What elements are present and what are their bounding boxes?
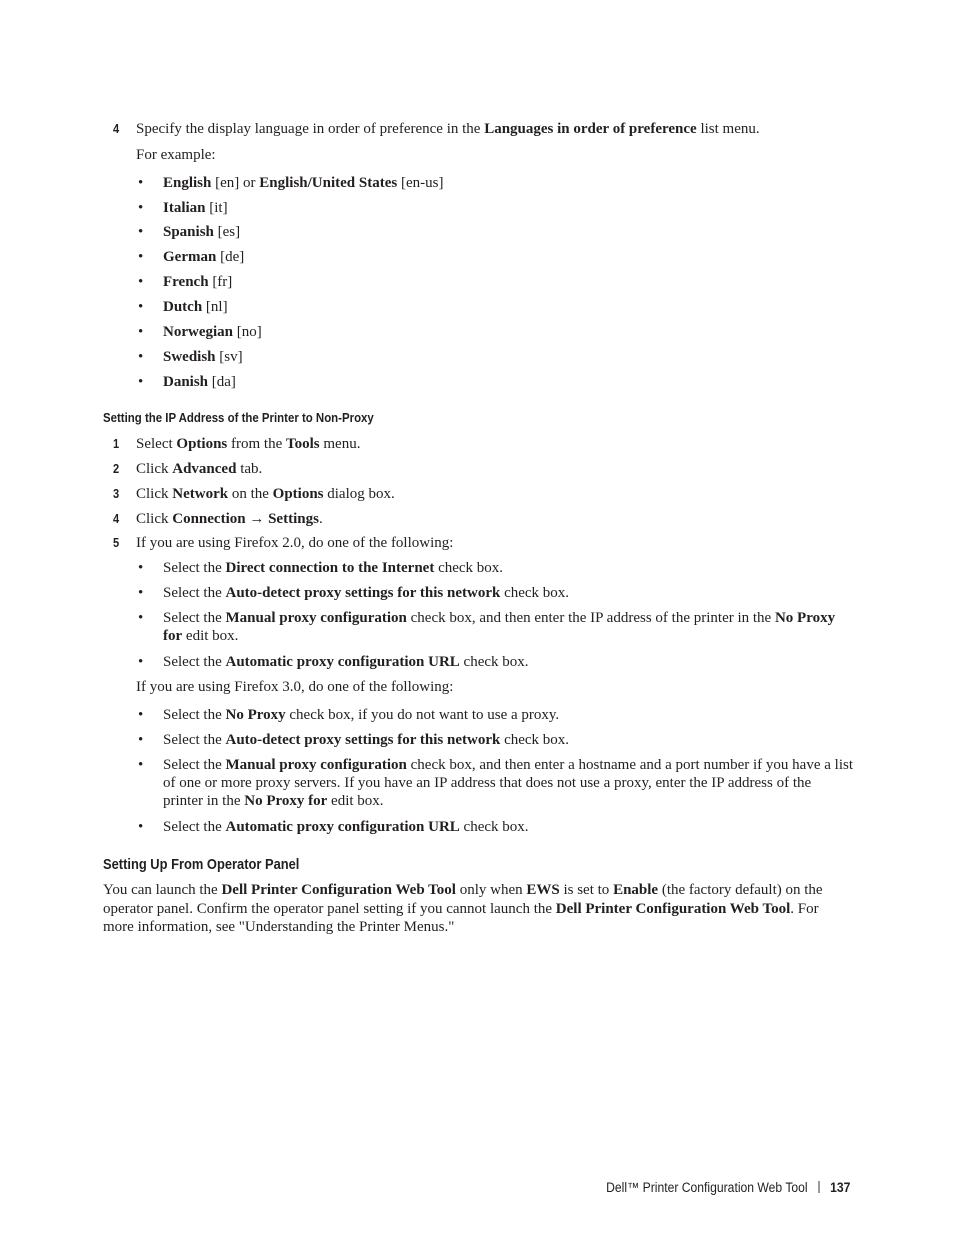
- step-number: 4: [113, 121, 120, 136]
- bullet-icon: •: [138, 299, 144, 315]
- bullet-icon: •: [138, 585, 144, 601]
- bullet-icon: •: [138, 249, 144, 265]
- bullet-icon: •: [138, 324, 144, 340]
- section-heading-operator-panel: Setting Up From Operator Panel: [103, 856, 300, 873]
- page-footer: Dell™ Printer Configuration Web Tool 137: [606, 1180, 850, 1195]
- page-number: 137: [829, 1180, 850, 1195]
- bullet-icon: •: [138, 819, 144, 835]
- footer-title: Dell™ Printer Configuration Web Tool: [605, 1180, 808, 1195]
- section-heading-non-proxy: Setting the IP Address of the Printer to…: [103, 410, 374, 425]
- step-number: 4: [113, 511, 120, 526]
- arrow-right-icon: →: [245, 511, 269, 527]
- step-number: 3: [113, 486, 120, 501]
- bullet-icon: •: [138, 732, 144, 748]
- footer-divider: [818, 1181, 819, 1193]
- operator-panel-paragraph: You can launch the Dell Printer Configur…: [103, 882, 823, 935]
- bullet-icon: •: [138, 560, 144, 576]
- step-number: 1: [113, 436, 120, 451]
- bullet-icon: •: [138, 654, 144, 670]
- bullet-icon: •: [138, 707, 144, 723]
- step-number: 5: [113, 535, 120, 550]
- bullet-icon: •: [138, 200, 144, 216]
- step-number: 2: [113, 461, 120, 476]
- bullet-icon: •: [138, 349, 144, 365]
- bullet-icon: •: [138, 224, 144, 240]
- bullet-icon: •: [138, 374, 144, 390]
- bullet-icon: •: [138, 757, 144, 773]
- bullet-icon: •: [138, 610, 144, 626]
- bullet-icon: •: [138, 274, 144, 290]
- bullet-icon: •: [138, 175, 144, 191]
